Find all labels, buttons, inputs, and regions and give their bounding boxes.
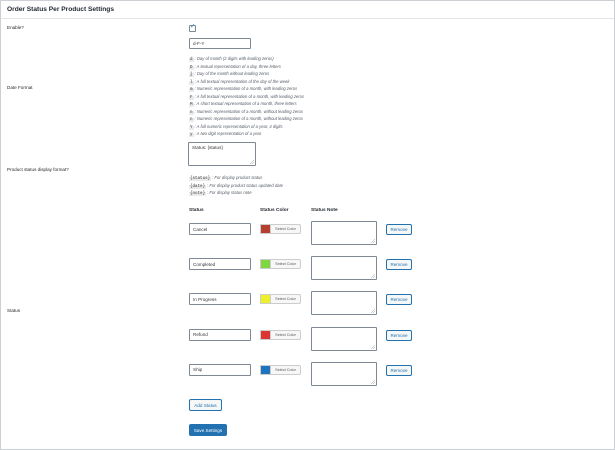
resize-grip-icon[interactable] xyxy=(371,344,375,349)
status-label: Status xyxy=(7,308,21,313)
help-text: : Numeric representation of a month, wit… xyxy=(194,108,303,114)
remove-status-button[interactable]: Remove xyxy=(386,294,412,306)
status-color-swatch[interactable] xyxy=(260,294,271,305)
help-text: : A full textual representation of a mon… xyxy=(194,93,305,99)
date-format-label: Date Format xyxy=(7,85,33,90)
status-color-swatch[interactable] xyxy=(260,364,271,375)
help-code: n xyxy=(189,110,194,115)
help-text: : Numeric representation of a month, wit… xyxy=(194,86,298,91)
help-code: l xyxy=(189,80,194,85)
date-format-input[interactable]: d-F-Y xyxy=(189,38,251,49)
help-line: n: Numeric representation of a month, wi… xyxy=(189,116,303,122)
help-text: : A full textual representation of the d… xyxy=(194,78,290,84)
help-line: d: Day of month (2 digits with leading z… xyxy=(189,56,274,62)
help-code: y xyxy=(189,133,194,137)
resize-grip-icon[interactable] xyxy=(250,160,254,164)
help-text: : For display product status updated dat… xyxy=(207,182,283,188)
status-name-input[interactable]: Completed xyxy=(189,258,251,271)
remove-status-button[interactable]: Remove xyxy=(386,329,412,341)
status-name-input[interactable]: Ship xyxy=(189,363,251,376)
enable-checkbox[interactable]: ✓ xyxy=(189,23,196,32)
help-text: : Numeric representation of a month, wit… xyxy=(194,116,303,121)
help-code: j xyxy=(189,73,194,77)
help-text: : A full numeric representation of a yea… xyxy=(194,123,283,129)
save-settings-button[interactable]: Save Settings xyxy=(189,424,227,436)
help-line: D: A textual representation of a day, th… xyxy=(189,64,281,70)
help-line: Y: A full numeric representation of a ye… xyxy=(189,124,283,130)
help-code: F xyxy=(189,95,194,100)
display-format-label: Product status display format? xyxy=(7,167,69,172)
help-text: : A two digit representation of a year xyxy=(194,131,262,136)
help-code: n xyxy=(189,118,194,122)
select-color-button[interactable]: Select Color xyxy=(271,294,301,305)
help-text: : Day of the month without leading zeros xyxy=(194,71,270,76)
status-name-input[interactable]: Refund xyxy=(189,328,251,341)
select-color-button[interactable]: Select Color xyxy=(271,224,301,234)
help-code: D xyxy=(189,65,194,70)
help-code: {date} xyxy=(189,184,207,189)
settings-panel: Order Status Per Product Settings Enable… xyxy=(0,0,615,450)
status-note-textarea[interactable] xyxy=(311,291,377,316)
help-line: m: Numeric representation of a month, wi… xyxy=(189,86,297,92)
resize-grip-icon[interactable] xyxy=(371,379,375,384)
title-divider xyxy=(1,18,614,19)
status-name-input[interactable]: In Progress xyxy=(189,293,251,306)
help-line: {date}: For display product status updat… xyxy=(189,183,283,189)
help-text: : A short textual representation of a mo… xyxy=(194,101,297,106)
help-line: j: Day of the month without leading zero… xyxy=(189,71,269,77)
help-code: d xyxy=(189,58,194,62)
status-color-column-header: Status Color xyxy=(260,208,289,213)
status-note-textarea[interactable] xyxy=(311,361,377,386)
help-code: {status} xyxy=(189,177,212,181)
help-code: M xyxy=(189,103,194,107)
select-color-button[interactable]: Select Color xyxy=(271,329,301,340)
display-format-value: Status: {status} xyxy=(192,145,223,150)
status-column-header: Status xyxy=(189,208,204,213)
help-text: : For display product status xyxy=(212,175,263,180)
help-line: {note}: For display status note xyxy=(189,190,252,196)
enable-label: Enable? xyxy=(7,25,24,30)
help-line: M: A short textual representation of a m… xyxy=(189,101,297,107)
resize-grip-icon[interactable] xyxy=(371,239,375,243)
status-note-column-header: Status Note xyxy=(311,208,338,213)
status-note-textarea[interactable] xyxy=(311,221,377,245)
select-color-button[interactable]: Select Color xyxy=(271,259,301,270)
help-text: : Day of month (2 digits with leading ze… xyxy=(194,56,274,61)
display-format-textarea[interactable]: Status: {status} xyxy=(188,142,256,166)
status-name-input[interactable]: Cancel xyxy=(189,223,251,235)
help-line: n: Numeric representation of a month, wi… xyxy=(189,109,303,115)
help-line: F: A full textual representation of a mo… xyxy=(189,94,304,100)
page-title: Order Status Per Product Settings xyxy=(7,6,114,13)
add-status-button[interactable]: Add Status xyxy=(189,399,222,411)
help-line: {status}: For display product status xyxy=(189,175,262,181)
help-line: y: A two digit representation of a year xyxy=(189,131,261,137)
help-code: {note} xyxy=(189,192,207,196)
checkmark-icon: ✓ xyxy=(190,23,196,30)
help-code: m xyxy=(189,88,194,92)
remove-status-button[interactable]: Remove xyxy=(386,224,412,235)
status-color-swatch[interactable] xyxy=(260,329,271,340)
help-code: Y xyxy=(189,125,194,130)
help-text: : For display status note xyxy=(207,190,252,195)
resize-grip-icon[interactable] xyxy=(371,309,375,314)
resize-grip-icon[interactable] xyxy=(371,274,375,279)
status-note-textarea[interactable] xyxy=(311,326,377,351)
help-line: l: A full textual representation of the … xyxy=(189,79,289,85)
help-text: : A textual representation of a day, thr… xyxy=(194,63,281,69)
status-color-swatch[interactable] xyxy=(260,259,271,270)
status-note-textarea[interactable] xyxy=(311,256,377,281)
remove-status-button[interactable]: Remove xyxy=(386,364,412,376)
status-color-swatch[interactable] xyxy=(260,224,271,234)
select-color-button[interactable]: Select Color xyxy=(271,364,301,375)
remove-status-button[interactable]: Remove xyxy=(386,259,412,271)
